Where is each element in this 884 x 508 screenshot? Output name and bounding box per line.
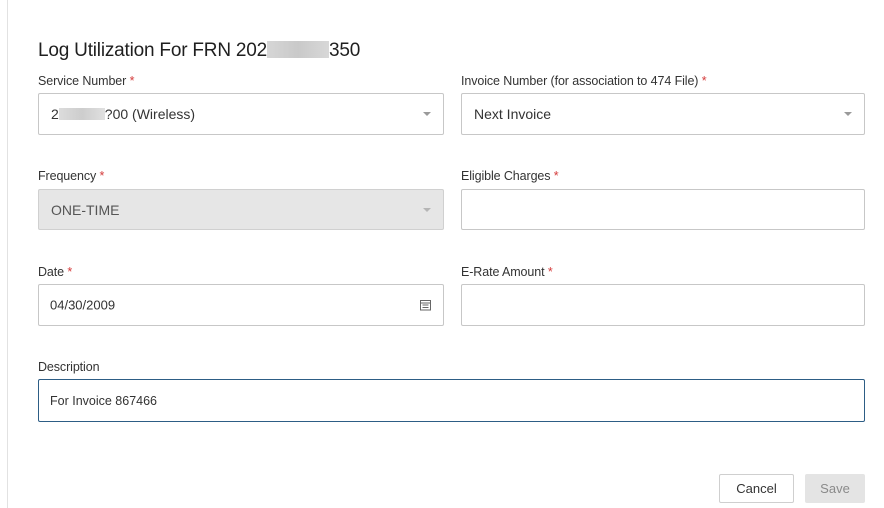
eligible-charges-input[interactable] <box>461 189 865 230</box>
required-marker: * <box>547 265 553 279</box>
save-button[interactable]: Save <box>805 474 865 503</box>
redacted-block <box>58 108 105 120</box>
invoice-number-label: Invoice Number (for association to 474 F… <box>461 74 707 88</box>
dialog-left-border <box>7 0 8 508</box>
dialog-title-suffix: 350 <box>329 40 361 61</box>
invoice-number-value: Next Invoice <box>474 106 552 122</box>
date-value: 04/30/2009 <box>50 297 116 313</box>
service-number-value: 2 ?00 (Wireless) <box>51 106 196 122</box>
dialog-title-prefix: Log Utilization For FRN 202 <box>38 40 268 61</box>
required-marker: * <box>99 169 105 183</box>
frequency-label: Frequency * <box>38 169 105 183</box>
eligible-charges-label: Eligible Charges * <box>461 169 559 183</box>
service-number-label: Service Number * <box>38 74 135 88</box>
chevron-down-icon <box>423 207 431 212</box>
description-value: For Invoice 867466 <box>50 393 158 408</box>
required-marker: * <box>67 265 73 279</box>
chevron-down-icon <box>423 112 431 116</box>
cancel-button[interactable]: Cancel <box>719 474 794 503</box>
calendar-icon[interactable] <box>420 300 431 311</box>
required-marker: * <box>701 74 707 88</box>
erate-amount-label: E-Rate Amount * <box>461 265 553 279</box>
description-label: Description <box>38 360 100 374</box>
frequency-value: ONE-TIME <box>51 201 120 218</box>
required-marker: * <box>129 74 135 88</box>
date-input[interactable]: 04/30/2009 <box>38 284 444 326</box>
chevron-down-icon <box>844 112 852 116</box>
service-number-select[interactable]: 2 ?00 (Wireless) <box>38 93 444 135</box>
description-input[interactable]: For Invoice 867466 <box>38 379 865 422</box>
date-label: Date * <box>38 265 73 279</box>
redacted-block <box>267 41 330 58</box>
erate-amount-input[interactable] <box>461 284 865 326</box>
dialog-title: Log Utilization For FRN 202 350 <box>38 40 360 62</box>
required-marker: * <box>553 169 559 183</box>
frequency-select: ONE-TIME <box>38 189 444 230</box>
invoice-number-select[interactable]: Next Invoice <box>461 93 865 135</box>
